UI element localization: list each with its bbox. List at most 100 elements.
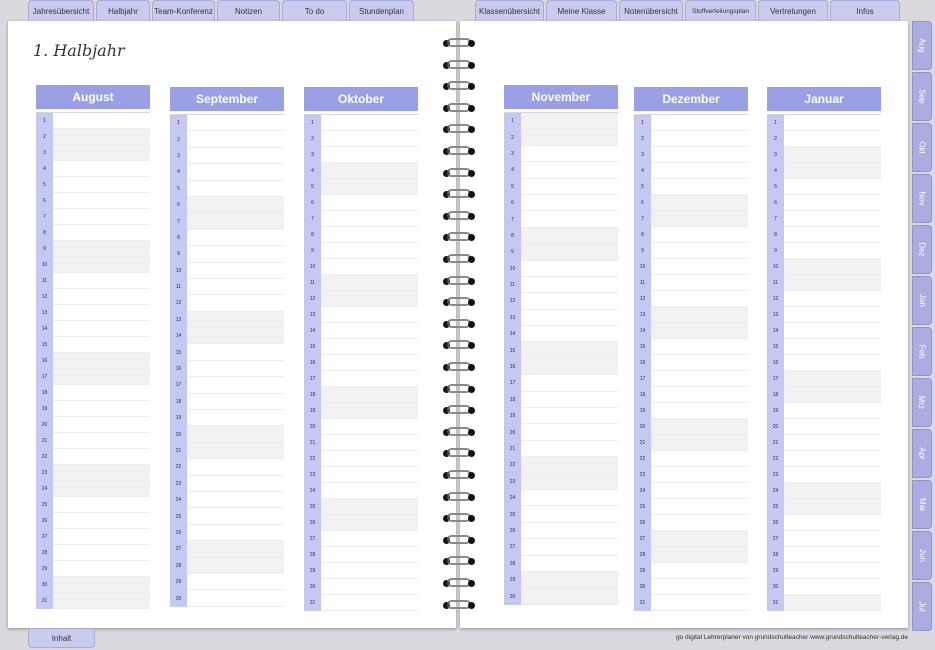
day-row[interactable]: 20: [504, 424, 618, 441]
day-entry-cell[interactable]: [53, 113, 150, 129]
day-entry-cell[interactable]: [651, 307, 748, 323]
day-entry-cell[interactable]: [521, 457, 618, 474]
day-entry-cell[interactable]: [321, 243, 418, 259]
day-entry-cell[interactable]: [187, 196, 284, 214]
day-entry-cell[interactable]: [784, 307, 881, 323]
day-row[interactable]: 16: [170, 360, 284, 378]
day-entry-cell[interactable]: [53, 257, 150, 273]
day-entry-cell[interactable]: [521, 539, 618, 556]
day-row[interactable]: 29: [634, 563, 748, 579]
day-row[interactable]: 2: [634, 131, 748, 147]
day-entry-cell[interactable]: [784, 291, 881, 307]
day-row[interactable]: 7: [170, 213, 284, 230]
day-row[interactable]: 22: [634, 451, 748, 467]
day-row[interactable]: 6: [634, 195, 748, 211]
tab-left-3[interactable]: Notizen: [217, 0, 280, 22]
day-row[interactable]: 23: [504, 473, 618, 490]
day-entry-cell[interactable]: [651, 243, 748, 259]
day-entry-cell[interactable]: [53, 337, 150, 353]
day-row[interactable]: 5: [304, 179, 418, 195]
day-row[interactable]: 17: [170, 377, 284, 394]
day-entry-cell[interactable]: [187, 328, 284, 345]
day-row[interactable]: 14: [634, 323, 748, 339]
day-row[interactable]: 17: [504, 375, 618, 392]
day-row[interactable]: 19: [170, 410, 284, 427]
day-entry-cell[interactable]: [53, 481, 150, 497]
day-entry-cell[interactable]: [321, 547, 418, 563]
day-entry-cell[interactable]: [784, 371, 881, 387]
day-entry-cell[interactable]: [321, 515, 418, 531]
day-entry-cell[interactable]: [53, 209, 150, 225]
day-row[interactable]: 13: [36, 305, 150, 321]
day-entry-cell[interactable]: [187, 344, 284, 361]
day-entry-cell[interactable]: [784, 515, 881, 531]
day-row[interactable]: 27: [767, 531, 881, 547]
day-entry-cell[interactable]: [784, 179, 881, 195]
day-row[interactable]: 5: [767, 179, 881, 195]
tab-left-5[interactable]: Stundenplan: [349, 0, 414, 22]
day-entry-cell[interactable]: [53, 225, 150, 241]
day-row[interactable]: 20: [767, 419, 881, 435]
day-row[interactable]: 28: [304, 547, 418, 563]
day-row[interactable]: 9: [767, 243, 881, 259]
day-entry-cell[interactable]: [53, 305, 150, 321]
day-entry-cell[interactable]: [651, 515, 748, 531]
day-entry-cell[interactable]: [651, 323, 748, 339]
day-row[interactable]: 17: [634, 371, 748, 387]
day-entry-cell[interactable]: [187, 491, 284, 509]
day-entry-cell[interactable]: [53, 529, 150, 545]
day-row[interactable]: 15: [767, 339, 881, 355]
day-row[interactable]: 15: [634, 339, 748, 355]
day-entry-cell[interactable]: [521, 408, 618, 425]
side-tab-month[interactable]: Mai: [912, 480, 932, 529]
day-entry-cell[interactable]: [187, 213, 284, 230]
day-entry-cell[interactable]: [784, 483, 881, 499]
day-row[interactable]: 30: [170, 590, 284, 607]
day-row[interactable]: 11: [304, 275, 418, 291]
day-entry-cell[interactable]: [321, 499, 418, 515]
contents-tab[interactable]: Inhalt: [28, 629, 95, 648]
day-row[interactable]: 2: [504, 129, 618, 146]
day-entry-cell[interactable]: [321, 131, 418, 147]
day-entry-cell[interactable]: [784, 195, 881, 211]
day-entry-cell[interactable]: [187, 524, 284, 542]
day-entry-cell[interactable]: [651, 131, 748, 147]
day-entry-cell[interactable]: [53, 433, 150, 449]
day-entry-cell[interactable]: [784, 435, 881, 451]
day-row[interactable]: 11: [36, 273, 150, 289]
day-row[interactable]: 8: [634, 227, 748, 243]
day-entry-cell[interactable]: [53, 465, 150, 481]
day-entry-cell[interactable]: [187, 180, 284, 197]
day-entry-cell[interactable]: [521, 326, 618, 343]
day-entry-cell[interactable]: [651, 595, 748, 611]
day-row[interactable]: 8: [304, 227, 418, 243]
day-row[interactable]: 6: [304, 195, 418, 211]
day-row[interactable]: 16: [304, 355, 418, 371]
day-entry-cell[interactable]: [53, 145, 150, 161]
day-entry-cell[interactable]: [651, 291, 748, 307]
day-row[interactable]: 7: [767, 211, 881, 227]
day-row[interactable]: 1: [304, 115, 418, 131]
day-row[interactable]: 2: [170, 131, 284, 148]
day-row[interactable]: 27: [634, 531, 748, 547]
day-entry-cell[interactable]: [784, 323, 881, 339]
day-entry-cell[interactable]: [651, 531, 748, 547]
day-row[interactable]: 12: [304, 291, 418, 307]
day-row[interactable]: 22: [767, 451, 881, 467]
day-entry-cell[interactable]: [651, 547, 748, 563]
day-row[interactable]: 9: [634, 243, 748, 259]
day-entry-cell[interactable]: [187, 393, 284, 411]
day-entry-cell[interactable]: [651, 211, 748, 227]
day-entry-cell[interactable]: [321, 291, 418, 307]
day-row[interactable]: 19: [304, 403, 418, 419]
day-entry-cell[interactable]: [651, 403, 748, 419]
day-row[interactable]: 13: [767, 307, 881, 323]
day-row[interactable]: 10: [504, 260, 618, 277]
day-row[interactable]: 29: [170, 573, 284, 591]
day-row[interactable]: 5: [634, 179, 748, 195]
day-row[interactable]: 10: [634, 259, 748, 275]
side-tab-month[interactable]: Apr: [912, 429, 932, 478]
day-entry-cell[interactable]: [53, 321, 150, 337]
day-row[interactable]: 1: [504, 113, 618, 130]
day-entry-cell[interactable]: [784, 211, 881, 227]
